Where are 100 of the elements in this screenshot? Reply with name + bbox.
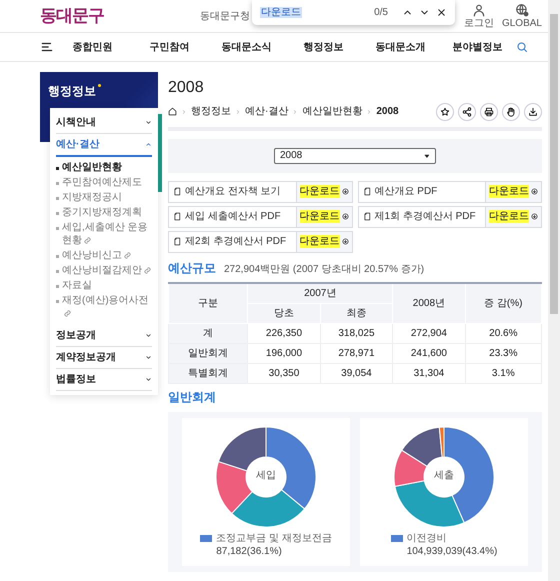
- table-cell: 278,971: [320, 344, 393, 364]
- site-link[interactable]: 동대문구청: [200, 10, 250, 22]
- submenu-item[interactable]: 재정(예산)용어사전: [56, 293, 152, 321]
- breadcrumb-link[interactable]: 예산·결산: [245, 105, 288, 118]
- menu-label: 계약정보공개: [56, 351, 116, 364]
- menu-label: 정보공개: [56, 329, 96, 342]
- page-title: 2008: [168, 78, 205, 98]
- file-label: 예산개요 PDF: [374, 185, 438, 198]
- menu-item[interactable]: 시책안내: [56, 112, 152, 134]
- download-button[interactable]: 다운로드: [485, 206, 541, 227]
- search-icon[interactable]: [516, 41, 528, 53]
- menu-icon[interactable]: [40, 40, 54, 54]
- document-icon: [173, 237, 182, 246]
- document-icon: [173, 212, 182, 222]
- file-label: 제2회 추경예산서 PDF: [185, 235, 286, 248]
- find-query[interactable]: 다운로드: [260, 7, 302, 18]
- sidebar-title: 행정정보: [48, 84, 96, 98]
- home-icon[interactable]: [168, 107, 177, 116]
- tool-button[interactable]: [524, 102, 542, 121]
- submenu-item[interactable]: 세입,세출예산 운용현황: [56, 220, 152, 248]
- chart-center-label: 세입: [255, 468, 277, 482]
- breadcrumb-link[interactable]: 2008: [376, 105, 399, 118]
- nav-link[interactable]: 구민참여: [131, 40, 208, 54]
- nav-link[interactable]: 분야별정보: [439, 40, 516, 54]
- chevron-icon: [366, 108, 372, 115]
- submenu-item[interactable]: 예산낭비절감제안: [56, 263, 152, 278]
- table-cell: 226,350: [248, 324, 320, 344]
- table-cell: 일반회계: [168, 344, 248, 364]
- chevron-icon: [181, 108, 187, 115]
- table-cell: 3.1%: [465, 364, 542, 384]
- column-header: 2007년: [248, 283, 393, 304]
- nav-link[interactable]: 종합민원: [54, 40, 131, 54]
- download-button[interactable]: 다운로드: [296, 182, 352, 202]
- table-cell: 20.6%: [465, 324, 542, 344]
- breadcrumb-link[interactable]: 예산일반현황: [302, 105, 362, 118]
- file-label: 제1회 추경예산서 PDF: [374, 210, 476, 224]
- menu-label: 법률정보: [56, 373, 96, 386]
- legend-label: 조정교부금 및 재정보전금: [216, 532, 332, 545]
- dot-icon: [98, 84, 101, 87]
- table-cell: 318,025: [320, 324, 393, 344]
- tool-button[interactable]: [458, 102, 476, 121]
- nav-link[interactable]: 동대문소식: [208, 40, 285, 54]
- print-icon: [484, 106, 494, 117]
- section-heading: 예산규모: [168, 260, 216, 276]
- menu-item[interactable]: 정보공개: [56, 325, 152, 347]
- collapse-icon: [145, 141, 152, 148]
- chevron-icon: [292, 108, 298, 115]
- budget-summary: 272,904백만원 (2007 당초대비 20.57% 증가): [224, 262, 424, 276]
- breadcrumb-link[interactable]: 행정정보: [191, 105, 231, 118]
- share-icon: [462, 106, 472, 117]
- column-header: 2008년: [392, 283, 466, 324]
- tool-button[interactable]: [480, 102, 498, 121]
- user-icon: [472, 3, 486, 17]
- utility-link[interactable]: 로그인: [464, 3, 494, 29]
- scrollbar[interactable]: [548, 0, 560, 581]
- column-header: 당초: [248, 304, 320, 324]
- year-select[interactable]: 2008: [274, 148, 436, 164]
- expand-icon: [145, 354, 152, 361]
- download-button[interactable]: 다운로드: [296, 206, 352, 227]
- expand-icon: [145, 376, 152, 383]
- section-heading: 일반회계: [168, 390, 217, 406]
- download-icon: [342, 238, 348, 246]
- menu-item[interactable]: 예산·결산: [56, 134, 152, 157]
- table-cell: 23.3%: [465, 344, 542, 364]
- download-button[interactable]: 다운로드: [485, 182, 541, 202]
- site-logo[interactable]: 동대문구: [40, 4, 104, 28]
- table-cell: 241,600: [392, 344, 466, 364]
- match-count: 0/5: [374, 6, 388, 19]
- tool-button[interactable]: [436, 102, 454, 121]
- menu-label: 예산·결산: [56, 138, 100, 151]
- submenu-item[interactable]: 예산낭비신고: [56, 248, 152, 263]
- menu-label: 시책안내: [56, 116, 96, 129]
- table-cell: 39,054: [320, 364, 393, 384]
- file-label: 세입 세출예산서 PDF: [185, 210, 281, 224]
- download-button[interactable]: 다운로드: [296, 232, 352, 252]
- close-icon[interactable]: [436, 7, 447, 18]
- document-icon: [362, 212, 372, 222]
- table-cell: 계: [168, 324, 248, 344]
- table-cell: 272,904: [392, 324, 466, 344]
- tool-button[interactable]: [502, 102, 520, 121]
- chevron-icon: [235, 108, 241, 115]
- submenu-item[interactable]: 주민참여예산제도: [56, 175, 152, 190]
- utility-link[interactable]: GLOBAL: [502, 3, 542, 29]
- legend-value: 104,939,039(43.4%): [406, 544, 498, 558]
- submenu-item[interactable]: 지방재정공시: [56, 190, 152, 205]
- submenu-item[interactable]: 중기지방재정계획: [56, 205, 152, 220]
- favorite-icon: [440, 106, 450, 117]
- document-icon: [173, 187, 182, 196]
- submenu-item[interactable]: 예산일반현황: [56, 160, 152, 175]
- download-icon: [528, 106, 538, 117]
- document-icon: [362, 187, 372, 196]
- column-header: 증 감(%): [465, 283, 542, 324]
- menu-item[interactable]: 법률정보: [56, 369, 152, 391]
- legend-label: 이전경비: [406, 532, 448, 545]
- submenu-item[interactable]: 자료실: [56, 278, 152, 293]
- nav-link[interactable]: 동대문소개: [362, 40, 439, 54]
- menu-item[interactable]: 계약정보공개: [56, 347, 152, 369]
- globe-icon: [514, 3, 529, 17]
- table-cell: 196,000: [248, 344, 320, 364]
- nav-link[interactable]: 행정정보: [285, 40, 362, 54]
